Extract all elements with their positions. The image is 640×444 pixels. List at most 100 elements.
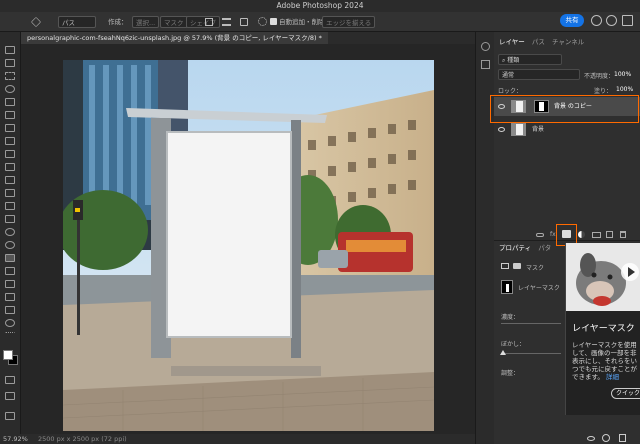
clone-stamp-tool-icon[interactable] <box>5 176 15 184</box>
play-icon[interactable] <box>621 263 639 281</box>
tab-layers[interactable]: レイヤー <box>499 38 525 46</box>
shape-button[interactable]: シェイプ <box>186 16 220 28</box>
tab-channels[interactable]: チャンネル <box>552 38 584 46</box>
blend-mode-select[interactable]: 通常 <box>498 69 580 80</box>
opacity-value[interactable]: 100% <box>614 71 631 78</box>
link-layers-icon[interactable] <box>536 233 544 237</box>
document-tab[interactable]: personalgraphic-com-fseahNq6zic-unsplash… <box>21 32 328 44</box>
panel-bottom-delete-icon[interactable] <box>619 434 626 442</box>
layer-filter-select[interactable]: ⌕ 種類 <box>498 54 562 65</box>
path-arrangement-icon[interactable] <box>240 18 248 26</box>
panel-icon-column <box>475 32 494 444</box>
tooltip-description-text: レイヤーマスクを使用して、画像の一部を非表示にし、それらをいつでも元に戻すことが… <box>572 341 637 381</box>
blend-mode-value: 通常 <box>502 72 515 79</box>
create-label: 作成： <box>108 18 128 26</box>
screen-mode-icon[interactable] <box>5 392 15 400</box>
healing-brush-tool-icon[interactable] <box>5 150 15 158</box>
trash-icon[interactable] <box>620 231 626 238</box>
layer-mask-label: レイヤーマスク <box>518 285 560 292</box>
tab-properties[interactable]: プロパティ <box>499 244 531 252</box>
path-operations-icon[interactable] <box>205 18 213 26</box>
adjustment-layer-icon[interactable] <box>578 231 585 238</box>
auto-add-delete-checkbox[interactable] <box>270 18 277 25</box>
tab-paths[interactable]: パス <box>532 38 545 46</box>
foreground-color-swatch[interactable] <box>3 350 13 360</box>
canvas-photo[interactable] <box>63 60 434 431</box>
share-button[interactable]: 共有 <box>560 14 584 27</box>
layer-thumbnail <box>511 123 526 136</box>
fx-icon[interactable]: fx <box>550 231 556 238</box>
new-layer-icon[interactable] <box>606 231 613 238</box>
gradient-tool-icon[interactable] <box>5 215 15 223</box>
eraser-tool-icon[interactable] <box>5 202 15 210</box>
panel-bottom-eye-icon[interactable] <box>587 436 595 441</box>
history-brush-tool-icon[interactable] <box>5 189 15 197</box>
street-billboard-photo <box>63 60 434 431</box>
dodge-tool-icon[interactable] <box>5 241 15 249</box>
path-select-tool-icon[interactable] <box>5 280 15 288</box>
history-panel-icon[interactable] <box>481 42 490 51</box>
discover-search-icon[interactable] <box>606 15 617 26</box>
tools-panel <box>0 32 21 444</box>
marquee-tool-icon[interactable] <box>5 72 15 80</box>
blur-tool-icon[interactable] <box>5 228 15 236</box>
properties-panel-icon[interactable] <box>481 60 490 69</box>
feather-slider-thumb[interactable] <box>500 350 506 355</box>
path-alignment-icon[interactable] <box>222 18 231 26</box>
lock-label: ロック： <box>498 88 523 95</box>
generative-icon[interactable] <box>5 412 15 420</box>
artboard-tool-icon[interactable] <box>5 59 15 67</box>
quick-mask-icon[interactable] <box>5 376 15 384</box>
eyedropper-tool-icon[interactable] <box>5 137 15 145</box>
tooltip-video-thumbnail[interactable] <box>566 243 640 311</box>
zoom-level[interactable]: 57.92% <box>3 434 28 444</box>
canvas-area[interactable] <box>21 44 488 434</box>
brush-tool-icon[interactable] <box>5 163 15 171</box>
panel-bottom-apply-icon[interactable] <box>602 434 610 442</box>
density-slider[interactable] <box>501 323 561 324</box>
vector-mask-icon[interactable] <box>513 263 521 269</box>
lasso-tool-icon[interactable] <box>5 85 15 93</box>
group-folder-icon[interactable] <box>592 232 601 238</box>
density-label: 濃度： <box>501 314 520 321</box>
pen-tool-active-icon[interactable] <box>5 254 15 262</box>
layer-filter-value: 種類 <box>507 57 520 64</box>
tooltip-title: レイヤーマスク <box>572 324 635 334</box>
layer-mask-tooltip: レイヤーマスク レイヤーマスクを使用して、画像の一部を非表示にし、それらをいつで… <box>565 243 640 415</box>
tab-patterns[interactable]: パタ <box>538 244 551 252</box>
align-edges-button[interactable]: エッジを揃える <box>322 16 376 28</box>
visibility-eye-icon[interactable] <box>498 127 505 132</box>
pixel-mask-icon[interactable] <box>501 263 509 269</box>
zoom-tool-icon[interactable] <box>5 319 15 327</box>
crop-tool-icon[interactable] <box>5 111 15 119</box>
document-tab-title: personalgraphic-com-fseahNq6zic-unsplash… <box>27 34 322 42</box>
quick-action-button[interactable]: クイック <box>611 388 640 399</box>
edit-toolbar-icon[interactable] <box>5 332 15 340</box>
learn-more-link[interactable]: 詳細 <box>606 373 619 381</box>
properties-panel-tabs: プロパティ パタ <box>494 242 551 254</box>
settings-gear-icon[interactable] <box>258 17 267 26</box>
pen-tool-icon[interactable] <box>30 16 42 28</box>
layers-panel-tabs: レイヤー パス チャンネル <box>494 36 584 48</box>
feather-slider[interactable] <box>501 353 561 354</box>
move-tool-icon[interactable] <box>5 46 15 54</box>
options-bar: パス 作成： 選択... マスク シェイプ 自動追加・削除 エッジを揃える <box>0 12 640 32</box>
frame-tool-icon[interactable] <box>5 124 15 132</box>
rectangle-tool-icon[interactable] <box>5 293 15 301</box>
document-tabs: personalgraphic-com-fseahNq6zic-unsplash… <box>21 32 475 44</box>
layer-mask-preview <box>501 280 513 294</box>
type-tool-icon[interactable] <box>5 267 15 275</box>
hand-tool-icon[interactable] <box>5 306 15 314</box>
path-mode-select[interactable]: パス <box>58 16 96 28</box>
mask-button[interactable]: マスク <box>160 16 188 28</box>
selected-layer-highlight <box>490 95 639 123</box>
tooltip-description: レイヤーマスクを使用して、画像の一部を非表示にし、それらをいつでも元に戻すことが… <box>572 341 640 381</box>
object-select-tool-icon[interactable] <box>5 98 15 106</box>
help-icon[interactable] <box>591 15 602 26</box>
select-button[interactable]: 選択... <box>132 16 160 28</box>
workspace-icon[interactable] <box>622 15 633 26</box>
document-info: 2500 px x 2500 px (72 ppi) <box>38 435 127 443</box>
fill-label: 塗り： <box>594 88 613 95</box>
fill-value[interactable]: 100% <box>616 86 633 93</box>
window-title: Adobe Photoshop 2024 <box>276 1 364 10</box>
